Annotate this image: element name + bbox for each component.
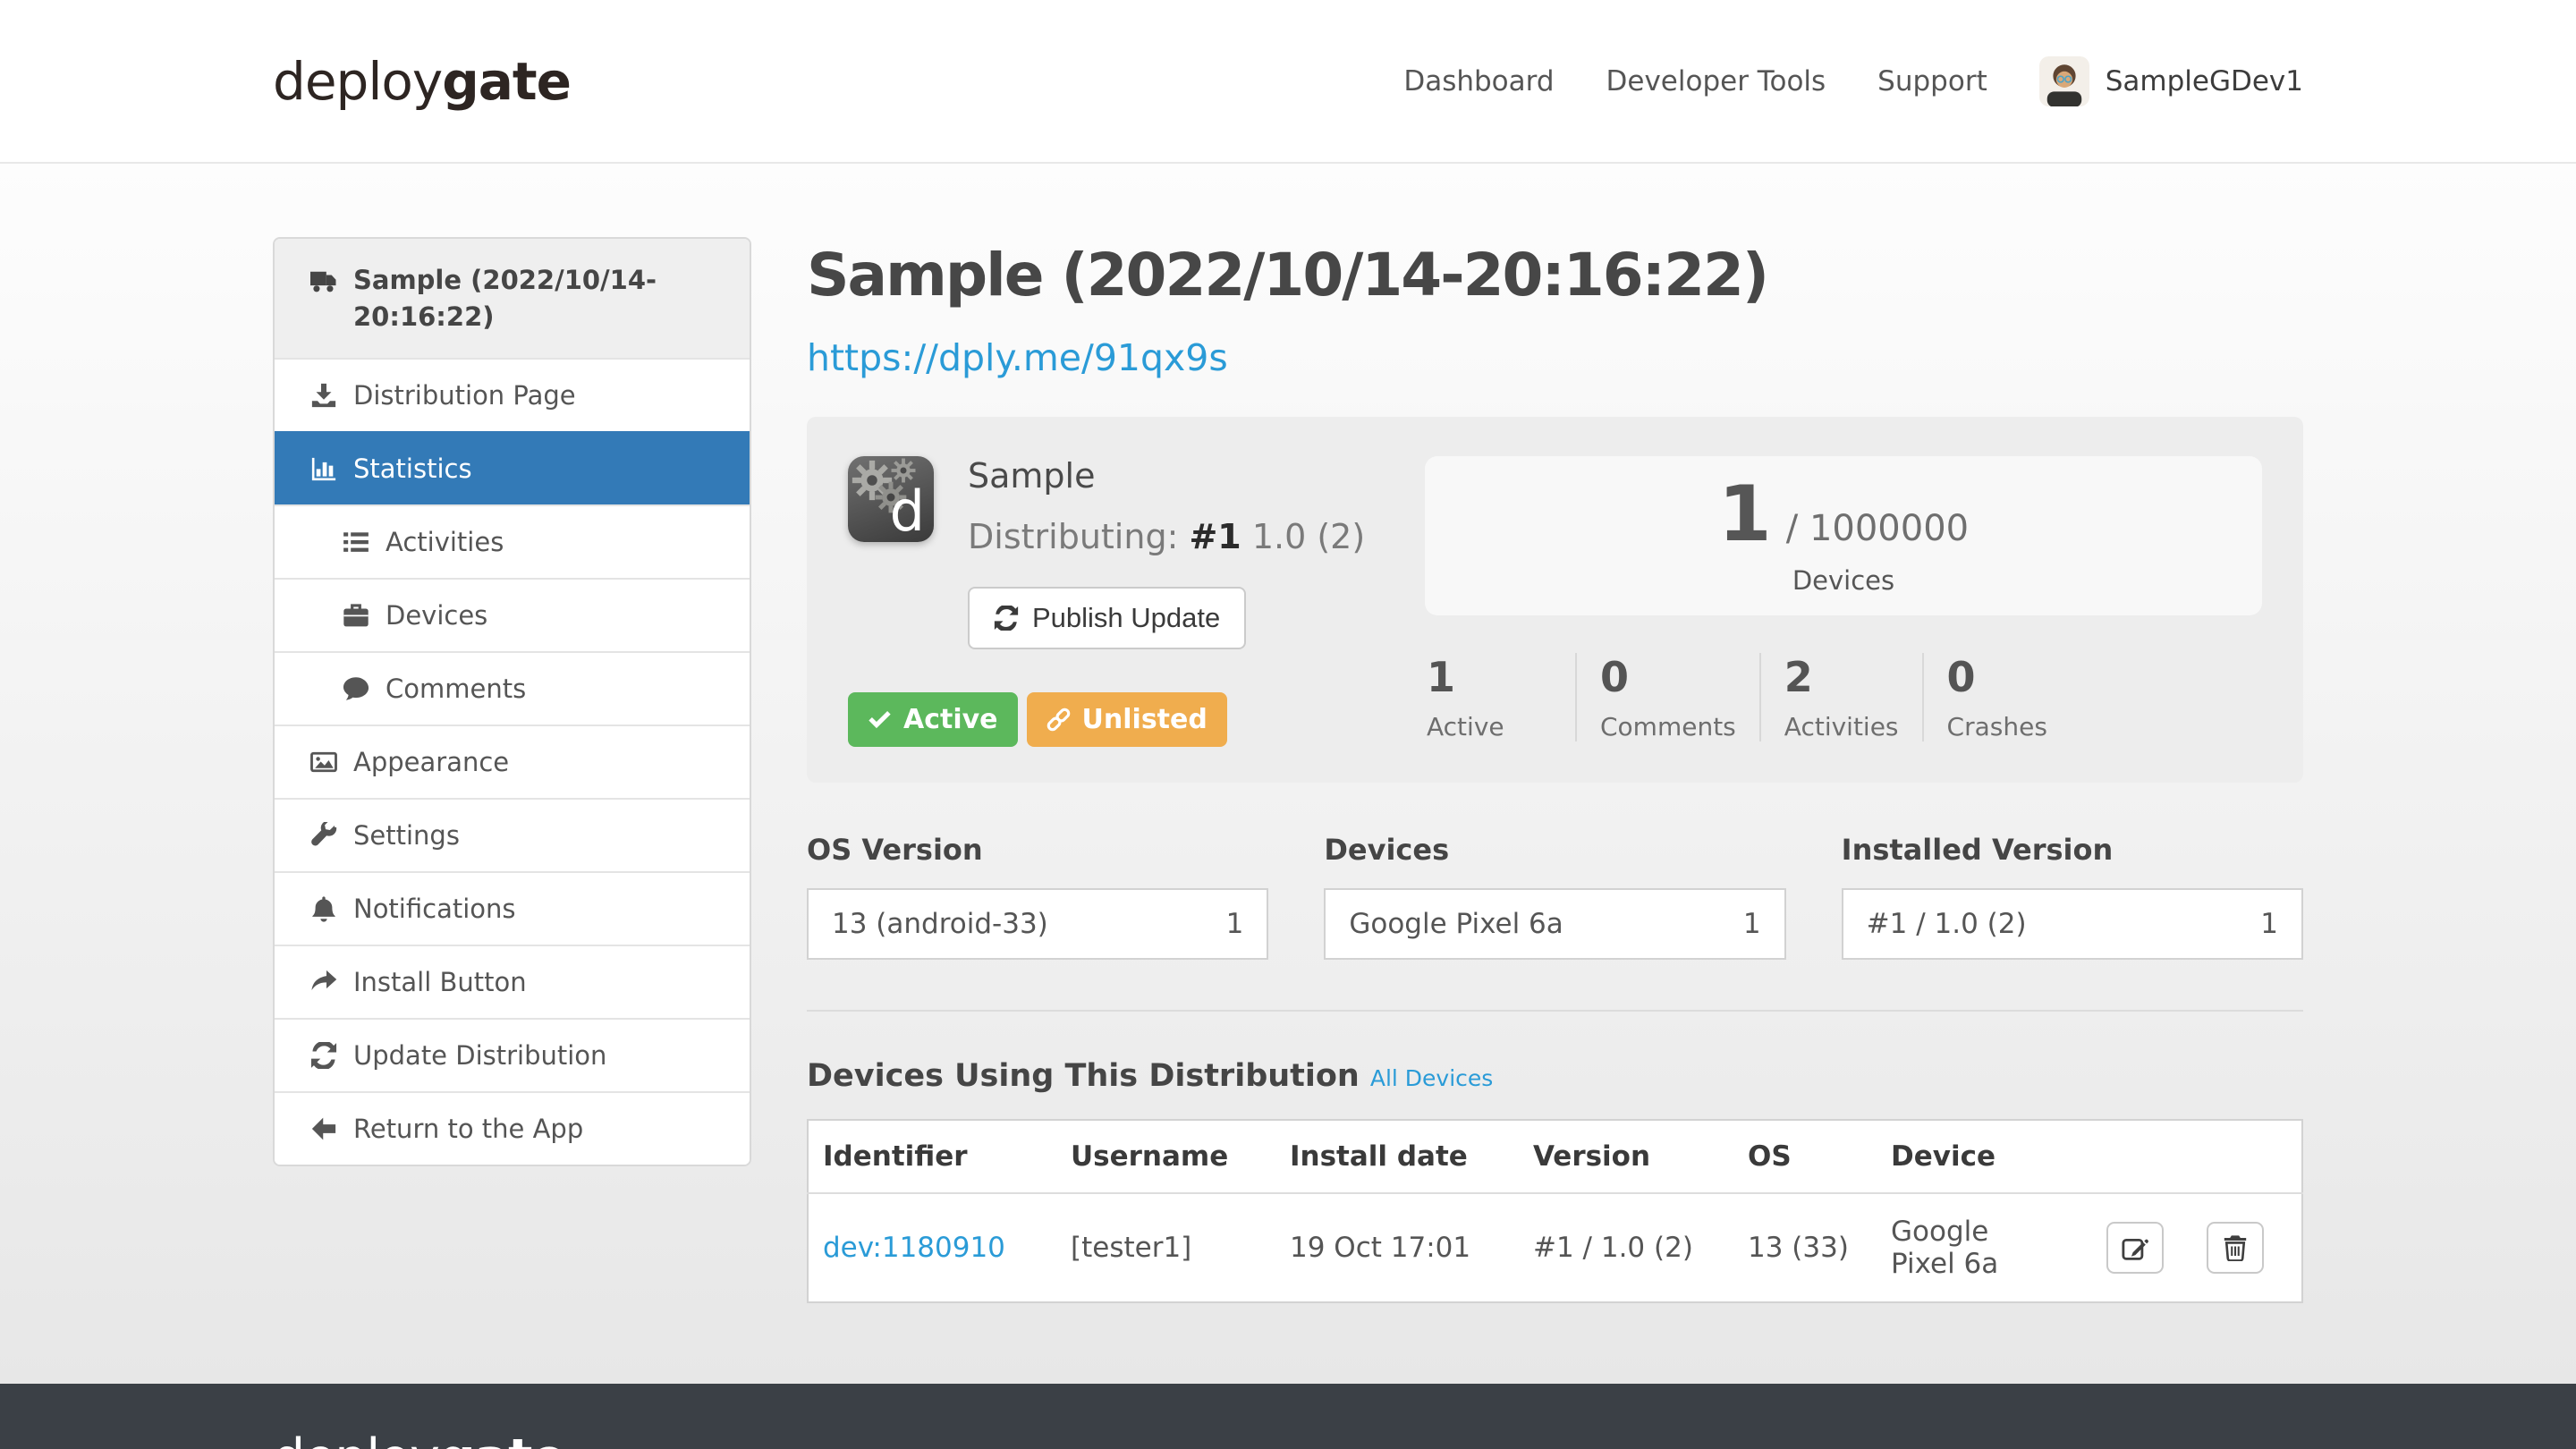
check-icon	[868, 708, 892, 732]
share-icon	[310, 969, 337, 996]
stat-activities: 2 Activities	[1759, 653, 1922, 741]
truck-icon	[310, 267, 337, 294]
main-nav: Dashboard Developer Tools Support Sample…	[1403, 56, 2303, 106]
app-icon: d	[848, 456, 934, 542]
active-status-badge: Active	[848, 692, 1018, 747]
devices-count-panel: 1 / 1000000 Devices	[1425, 456, 2262, 615]
stat-crashes: 0 Crashes	[1922, 653, 2072, 741]
download-icon	[310, 382, 337, 409]
devices-row: Google Pixel 6a 1	[1324, 888, 1785, 960]
stat-comments: 0 Comments	[1575, 653, 1759, 741]
page-title: Sample (2022/10/14-20:16:22)	[807, 241, 2303, 309]
app-name: Sample	[968, 456, 1365, 496]
device-os: 13 (33)	[1735, 1193, 1878, 1302]
top-header: deploygate Dashboard Developer Tools Sup…	[0, 0, 2576, 164]
page-body: Sample (2022/10/14-20:16:22) Distributio…	[0, 164, 2576, 1384]
app-icon-letter: d	[890, 479, 925, 544]
stats-row: 1 Active 0 Comments 2 Activities 0	[1425, 653, 2262, 741]
sidebar-item-update-distribution[interactable]: Update Distribution	[275, 1018, 750, 1091]
app-summary-card: d Sample Distributing: #1 1.0 (2)	[807, 417, 2303, 783]
sidebar-item-devices[interactable]: Devices	[275, 578, 750, 651]
installed-version-title: Installed Version	[1842, 833, 2303, 867]
refresh-icon	[994, 606, 1019, 631]
sidebar-item-appearance[interactable]: Appearance	[275, 724, 750, 798]
device-identifier-link[interactable]: dev:1180910	[823, 1232, 1005, 1264]
sidebar-item-comments[interactable]: Comments	[275, 651, 750, 724]
publish-update-button[interactable]: Publish Update	[968, 587, 1246, 649]
os-version-summary: OS Version 13 (android-33) 1	[807, 833, 1268, 960]
installed-version-row: #1 / 1.0 (2) 1	[1842, 888, 2303, 960]
bar-chart-icon	[310, 455, 337, 482]
user-name: SampleGDev1	[2106, 65, 2303, 97]
os-version-title: OS Version	[807, 833, 1268, 867]
sidebar-distribution-title: Sample (2022/10/14-20:16:22)	[275, 239, 750, 358]
sidebar-item-statistics[interactable]: Statistics	[275, 431, 750, 504]
device-version: #1 / 1.0 (2)	[1521, 1193, 1735, 1302]
sidebar-item-install-button[interactable]: Install Button	[275, 945, 750, 1018]
briefcase-icon	[343, 602, 369, 629]
section-divider	[807, 1010, 2303, 1012]
delete-device-button[interactable]	[2207, 1222, 2264, 1274]
devices-summary: Devices Google Pixel 6a 1	[1324, 833, 1785, 960]
device-table-row: dev:1180910 [tester1] 19 Oct 17:01 #1 / …	[808, 1193, 2302, 1302]
sidebar-item-notifications[interactable]: Notifications	[275, 871, 750, 945]
devices-limit: / 1000000	[1786, 508, 1969, 549]
arrow-left-icon	[310, 1115, 337, 1142]
device-model: Google Pixel 6a	[1878, 1193, 2025, 1302]
footer-deploygate-logo: deploygate	[273, 1430, 992, 1449]
user-avatar-icon	[2039, 56, 2089, 106]
bell-icon	[310, 895, 337, 922]
distribution-url-link[interactable]: https://dply.me/91qx9s	[807, 336, 1228, 379]
devices-section-title: Devices Using This DistributionAll Devic…	[807, 1058, 2303, 1094]
sidebar-item-activities[interactable]: Activities	[275, 504, 750, 578]
distributing-version: Distributing: #1 1.0 (2)	[968, 517, 1365, 556]
deploygate-logo[interactable]: deploygate	[273, 51, 571, 112]
os-version-row: 13 (android-33) 1	[807, 888, 1268, 960]
distribution-sidebar: Sample (2022/10/14-20:16:22) Distributio…	[273, 237, 751, 1166]
unlisted-status-badge: Unlisted	[1027, 692, 1227, 747]
image-icon	[310, 749, 337, 775]
footer-language-section: Language English Japanese	[992, 1430, 1186, 1449]
device-username: [tester1]	[1058, 1193, 1277, 1302]
all-devices-link[interactable]: All Devices	[1370, 1065, 1493, 1091]
edit-device-button[interactable]	[2106, 1222, 2164, 1274]
devices-table: Identifier Username Install date Version…	[807, 1119, 2303, 1303]
sidebar-item-return-to-app[interactable]: Return to the App	[275, 1091, 750, 1165]
nav-dashboard[interactable]: Dashboard	[1403, 65, 1554, 97]
devices-table-header: Identifier Username Install date Version…	[808, 1120, 2302, 1193]
wrench-icon	[310, 822, 337, 849]
trash-icon	[2222, 1234, 2249, 1261]
main-content: Sample (2022/10/14-20:16:22) https://dpl…	[807, 237, 2303, 1303]
nav-developer-tools[interactable]: Developer Tools	[1606, 65, 1826, 97]
link-icon	[1046, 708, 1071, 732]
sidebar-item-distribution-page[interactable]: Distribution Page	[275, 358, 750, 431]
devices-count: 1	[1718, 476, 1772, 553]
stat-active: 1 Active	[1425, 653, 1575, 741]
user-menu[interactable]: SampleGDev1	[2039, 56, 2303, 106]
comment-icon	[343, 675, 369, 702]
refresh-icon	[310, 1042, 337, 1069]
page-footer: deploygate About Us Terms of Use & Priva…	[0, 1384, 2576, 1449]
sidebar-item-settings[interactable]: Settings	[275, 798, 750, 871]
nav-support[interactable]: Support	[1877, 65, 1987, 97]
edit-pencil-icon	[2122, 1234, 2148, 1261]
installed-version-summary: Installed Version #1 / 1.0 (2) 1	[1842, 833, 2303, 960]
devices-title: Devices	[1324, 833, 1785, 867]
list-icon	[343, 529, 369, 555]
device-install-date: 19 Oct 17:01	[1277, 1193, 1521, 1302]
